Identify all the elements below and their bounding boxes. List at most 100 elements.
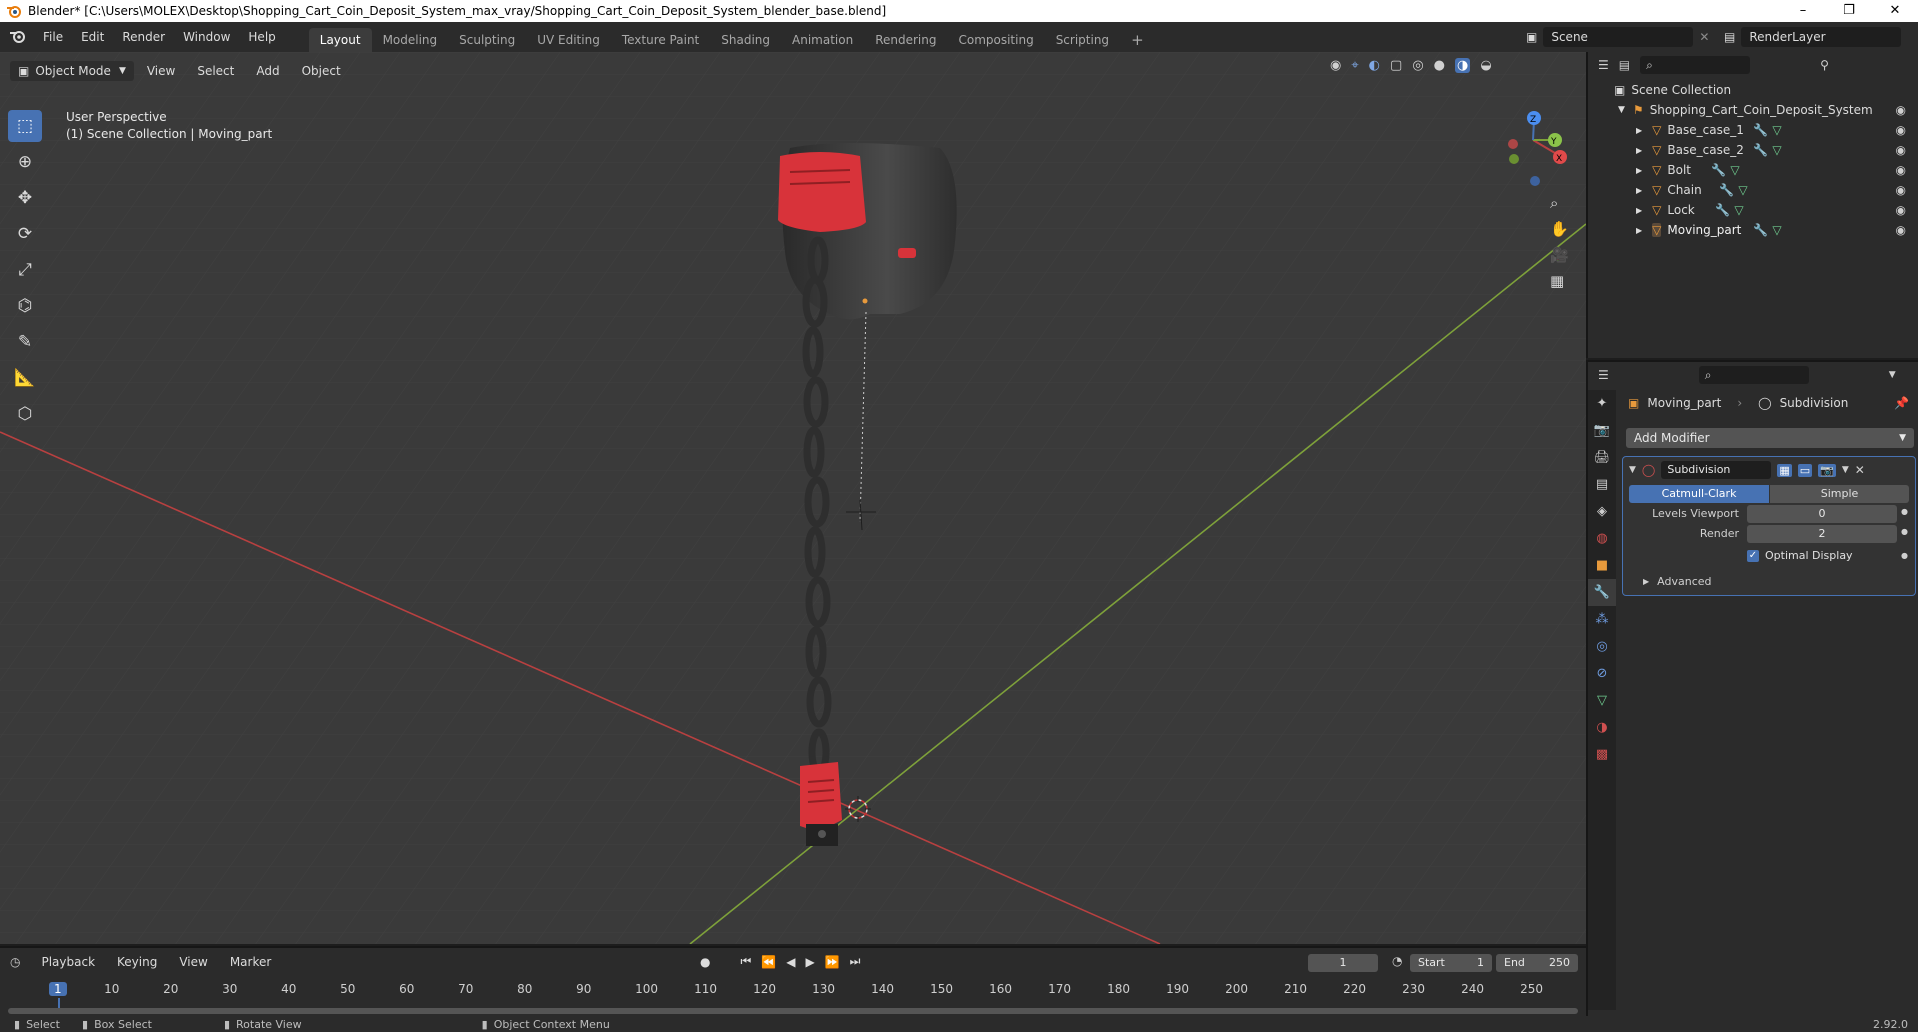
eye-icon[interactable]: ◉ (1896, 203, 1906, 217)
eye-icon[interactable]: ◉ (1896, 123, 1906, 137)
move-tool[interactable]: ✥ (8, 182, 42, 214)
catmull-clark-toggle[interactable]: Catmull-Clark (1629, 485, 1769, 503)
tab-sculpting[interactable]: Sculpting (448, 28, 526, 52)
outliner-row-scene-collection[interactable]: ▣ Scene Collection (1588, 80, 1918, 100)
scene-icon[interactable]: ▣ (1526, 30, 1537, 44)
tab-shading[interactable]: Shading (710, 28, 781, 52)
modifier-name-field[interactable]: Subdivision (1661, 461, 1772, 479)
mesh-data-icon[interactable]: ▽ (1730, 163, 1739, 177)
chevron-down-icon[interactable]: ▼ (1889, 370, 1896, 380)
object-mode-dropdown[interactable]: ▣ Object Mode ▼ (10, 61, 134, 81)
view-layer-tab-icon[interactable]: ▤ (1588, 471, 1616, 498)
material-shading-icon[interactable]: ◑ (1455, 58, 1471, 73)
viewport-menu-view[interactable]: View (138, 56, 184, 86)
restore-button[interactable]: ❐ (1826, 0, 1872, 22)
tab-compositing[interactable]: Compositing (947, 28, 1044, 52)
render-toggle-icon[interactable]: 📷 (1818, 463, 1836, 477)
tab-modeling[interactable]: Modeling (372, 28, 449, 52)
constraints-tab-icon[interactable]: ⊘ (1588, 660, 1616, 687)
modifier-wrench-icon[interactable]: 🔧 (1715, 203, 1730, 217)
overlay-toggle-icon[interactable]: ◐ (1369, 58, 1380, 73)
3d-viewport[interactable]: X Y Z ▣ Object Mode ▼ View Select Add Obje… (0, 52, 1586, 944)
outliner-row-bolt[interactable]: ▶ ▽ Bolt 🔧 ▽ ◉ (1588, 160, 1918, 180)
chevron-down-icon[interactable]: ▼ (1842, 465, 1849, 475)
object-tab-icon[interactable]: ■ (1588, 552, 1616, 579)
annotate-tool[interactable]: ✎ (8, 326, 42, 358)
tool-tab-icon[interactable]: ✦ (1588, 390, 1616, 417)
viewport-menu-object[interactable]: Object (293, 56, 350, 86)
add-modifier-dropdown[interactable]: Add Modifier ▼ (1626, 428, 1914, 448)
tab-rendering[interactable]: Rendering (864, 28, 947, 52)
viewport-toggle-icon[interactable]: ▭ (1797, 463, 1813, 477)
visibility-icon[interactable]: ◉ (1330, 58, 1341, 73)
particles-tab-icon[interactable]: ⁂ (1588, 606, 1616, 633)
add-workspace-button[interactable]: + (1120, 28, 1155, 52)
outliner-row-moving-part[interactable]: ▶ ▽ Moving_part 🔧 ▽ ◉ (1588, 220, 1918, 240)
expand-arrow-icon[interactable]: ▶ (1636, 226, 1642, 235)
filter-icon[interactable]: ⚲ (1820, 58, 1829, 72)
pin-icon[interactable]: 📌 (1894, 396, 1909, 410)
measure-tool[interactable]: 📐 (8, 362, 42, 394)
texture-tab-icon[interactable]: ▩ (1588, 741, 1616, 768)
data-tab-icon[interactable]: ▽ (1588, 687, 1616, 714)
output-tab-icon[interactable]: 🖨 (1588, 444, 1616, 471)
tab-scripting[interactable]: Scripting (1045, 28, 1120, 52)
modifier-wrench-icon[interactable]: 🔧 (1711, 163, 1726, 177)
render-tab-icon[interactable]: 📷 (1588, 417, 1616, 444)
mesh-data-icon[interactable]: ▽ (1772, 143, 1781, 157)
viewport-menu-select[interactable]: Select (188, 56, 243, 86)
tab-animation[interactable]: Animation (781, 28, 864, 52)
outliner-row-chain[interactable]: ▶ ▽ Chain 🔧 ▽ ◉ (1588, 180, 1918, 200)
scale-tool[interactable]: ⤢ (8, 254, 42, 286)
select-box-tool[interactable]: ⬚ (8, 110, 42, 142)
xray-toggle-icon[interactable]: ▢ (1390, 58, 1402, 73)
modifier-tab-icon[interactable]: 🔧 (1588, 579, 1616, 606)
collapse-arrow-icon[interactable]: ▼ (1629, 465, 1636, 475)
expand-arrow-icon[interactable]: ▶ (1636, 186, 1642, 195)
tab-layout[interactable]: Layout (308, 28, 372, 52)
edit-mode-toggle-icon[interactable]: ▦ (1777, 463, 1792, 477)
world-tab-icon[interactable]: ◍ (1588, 525, 1616, 552)
outliner-row-base-case-1[interactable]: ▶ ▽ Base_case_1 🔧 ▽ ◉ (1588, 120, 1918, 140)
timeline-scrollbar[interactable] (8, 1008, 1578, 1014)
wireframe-shading-icon[interactable]: ◎ (1412, 58, 1423, 73)
modifier-wrench-icon[interactable]: 🔧 (1753, 223, 1768, 237)
mesh-data-icon[interactable]: ▽ (1772, 123, 1781, 137)
perspective-toggle-icon[interactable]: ▦ (1550, 272, 1569, 290)
properties-search-input[interactable]: ⌕ (1698, 366, 1809, 384)
lock-model[interactable] (800, 762, 842, 846)
transform-tool[interactable]: ⌬ (8, 290, 42, 322)
eye-icon[interactable]: ◉ (1896, 223, 1906, 237)
zoom-icon[interactable]: ⌕ (1550, 194, 1569, 212)
menu-edit[interactable]: Edit (72, 22, 113, 52)
camera-view-icon[interactable]: 🎥 (1550, 246, 1569, 264)
rotate-tool[interactable]: ⟳ (8, 218, 42, 250)
modifier-wrench-icon[interactable]: 🔧 (1753, 143, 1768, 157)
menu-render[interactable]: Render (113, 22, 174, 52)
mesh-data-icon[interactable]: ▽ (1738, 183, 1747, 197)
menu-help[interactable]: Help (239, 22, 284, 52)
outliner-row-lock[interactable]: ▶ ▽ Lock 🔧 ▽ ◉ (1588, 200, 1918, 220)
outliner-editor-type-icon[interactable]: ☰ (1598, 58, 1609, 72)
scene-name-field[interactable]: Scene (1543, 27, 1694, 47)
cursor-tool[interactable]: ⊕ (8, 146, 42, 178)
close-icon[interactable]: ✕ (1855, 463, 1865, 477)
optimal-display-checkbox[interactable]: ✓ (1747, 549, 1759, 562)
pan-hand-icon[interactable]: ✋ (1550, 220, 1569, 238)
outliner-row-base-case-2[interactable]: ▶ ▽ Base_case_2 🔧 ▽ ◉ (1588, 140, 1918, 160)
physics-tab-icon[interactable]: ◎ (1588, 633, 1616, 660)
mesh-data-icon[interactable]: ▽ (1734, 203, 1743, 217)
properties-editor-type-icon[interactable]: ☰ (1598, 368, 1609, 382)
scene-delete-icon[interactable]: ✕ (1699, 30, 1709, 44)
advanced-subpanel-header[interactable]: ▶ Advanced (1643, 575, 1712, 588)
expand-arrow-icon[interactable]: ▶ (1636, 126, 1642, 135)
add-cube-tool[interactable]: ⬡ (8, 398, 42, 430)
modifier-wrench-icon[interactable]: 🔧 (1719, 183, 1734, 197)
tab-texture-paint[interactable]: Texture Paint (611, 28, 710, 52)
tab-uv-editing[interactable]: UV Editing (526, 28, 611, 52)
eye-icon[interactable]: ◉ (1896, 103, 1906, 117)
expand-arrow-icon[interactable]: ▶ (1636, 166, 1642, 175)
simple-toggle[interactable]: Simple (1770, 485, 1909, 503)
blender-menu-icon[interactable] (0, 27, 34, 47)
close-window-button[interactable]: ✕ (1872, 0, 1918, 22)
